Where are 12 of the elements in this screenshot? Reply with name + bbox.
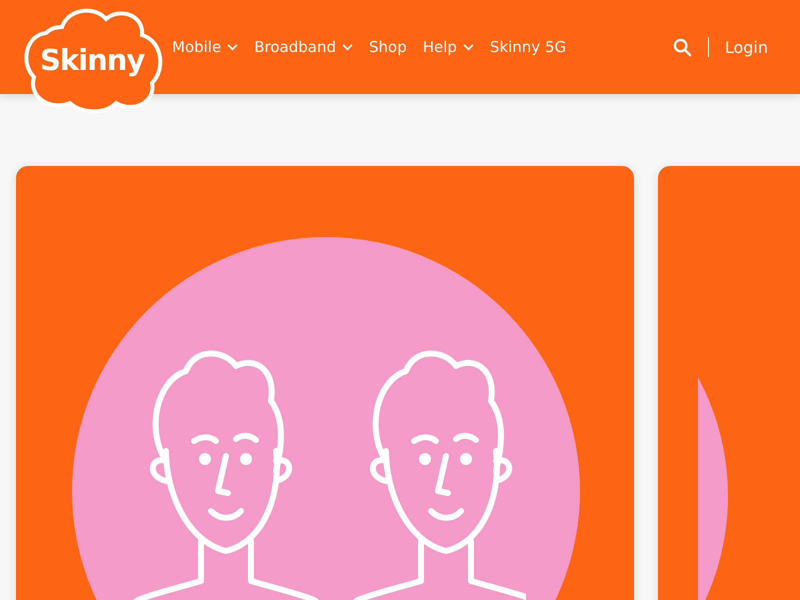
- nav-link[interactable]: Shop: [368, 38, 407, 56]
- chevron-down-icon: [342, 44, 353, 50]
- nav-link[interactable]: Skinny 5G: [490, 38, 566, 56]
- chevron-down-icon: [227, 44, 238, 50]
- logo-wordmark: Skinny: [40, 43, 144, 77]
- nav-link[interactable]: Broadband: [254, 38, 353, 56]
- login-link[interactable]: Login: [724, 38, 768, 56]
- chevron-down-icon: [462, 44, 474, 50]
- skinny-logo[interactable]: Skinny: [24, 5, 164, 113]
- nav-link[interactable]: Mobile: [172, 38, 238, 56]
- search-icon[interactable]: [672, 38, 692, 56]
- nav-link[interactable]: Help: [422, 38, 474, 56]
